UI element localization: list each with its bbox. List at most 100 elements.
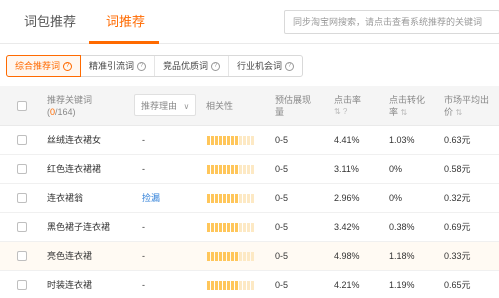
header-keyword: 推荐关键词 (0/164)	[47, 94, 92, 118]
row-checkbox[interactable]	[17, 193, 27, 203]
relevance-bar-segment	[243, 165, 246, 174]
ctr-cell: 4.21%	[334, 280, 360, 290]
impressions-cell: 0-5	[275, 193, 289, 203]
search-field[interactable]	[284, 10, 499, 34]
relevance-bar-segment	[239, 252, 242, 261]
table-row[interactable]: 连衣裙翁 捡漏 0-5 2.96% 0% 0.32元	[0, 184, 499, 213]
row-checkbox[interactable]	[17, 164, 27, 174]
table-row[interactable]: 亮色连衣裙 - 0-5 4.98% 1.18% 0.33元	[0, 242, 499, 271]
header-cvr-l2: 率	[389, 107, 399, 117]
relevance-meter	[207, 223, 254, 232]
filter-industry-opportunity[interactable]: 行业机会词 ?	[229, 56, 302, 76]
avg-price-cell: 0.63元	[444, 135, 471, 145]
table-row[interactable]: 红色连衣裙裙 - 0-5 3.11% 0% 0.58元	[0, 155, 499, 184]
sort-icon[interactable]: ⇅	[401, 108, 408, 117]
relevance-bar-segment	[211, 223, 214, 232]
table-row[interactable]: 丝绒连衣裙女 - 0-5 4.41% 1.03% 0.63元	[0, 126, 499, 155]
keyword-cell: 红色连衣裙裙	[47, 164, 102, 174]
relevance-bar-segment	[223, 136, 226, 145]
header-avg-price[interactable]: 市场平均出 价 ⇅	[444, 94, 489, 119]
row-checkbox[interactable]	[17, 135, 27, 145]
header-price-l2: 价	[444, 107, 454, 117]
question-circle-icon[interactable]: ?	[285, 61, 295, 71]
relevance-bar-segment	[247, 136, 250, 145]
relevance-bar-segment	[207, 165, 210, 174]
tab-keyword-recommend[interactable]: 词推荐	[106, 0, 145, 44]
reason-cell[interactable]: 捡漏	[142, 184, 160, 213]
cvr-cell: 1.19%	[389, 280, 415, 290]
relevance-bar-segment	[235, 194, 238, 203]
relevance-meter	[207, 194, 254, 203]
relevance-meter	[207, 165, 254, 174]
avg-price-cell: 0.65元	[444, 280, 471, 290]
chevron-down-icon: ∨	[183, 102, 190, 111]
relevance-bar-segment	[223, 194, 226, 203]
impressions-cell: 0-5	[275, 164, 289, 174]
filter-comprehensive[interactable]: 综合推荐词 ?	[6, 55, 82, 77]
reason-dropdown[interactable]: 推荐理由 ∨	[134, 94, 196, 116]
relevance-bar-segment	[227, 165, 230, 174]
relevance-bar-segment	[223, 281, 226, 290]
relevance-bar-segment	[243, 281, 246, 290]
relevance-bar-segment	[247, 252, 250, 261]
relevance-bar-segment	[211, 194, 214, 203]
relevance-bar-segment	[251, 194, 254, 203]
tab-keyword-package[interactable]: 词包推荐	[24, 0, 76, 44]
keyword-cell: 黑色裙子连衣裙	[47, 222, 111, 232]
reason-label: 推荐理由	[141, 101, 178, 111]
relevance-bar-segment	[211, 136, 214, 145]
relevance-bar-segment	[215, 194, 218, 203]
header-keyword-count: (0/164)	[47, 106, 92, 118]
filter-precise-traffic[interactable]: 精准引流词 ?	[81, 56, 156, 76]
relevance-bar-segment	[243, 223, 246, 232]
ctr-cell: 3.42%	[334, 222, 360, 232]
relevance-bar-segment	[239, 223, 242, 232]
cvr-cell: 1.18%	[389, 251, 415, 261]
relevance-bar-segment	[235, 281, 238, 290]
filter-competitor-quality[interactable]: 竞品优质词 ?	[155, 56, 230, 76]
relevance-bar-segment	[251, 223, 254, 232]
relevance-bar-segment	[243, 136, 246, 145]
search-input[interactable]	[293, 17, 499, 27]
header-ctr[interactable]: 点击率 ⇅ ?	[334, 94, 361, 118]
relevance-bar-segment	[223, 165, 226, 174]
row-checkbox[interactable]	[17, 251, 27, 261]
relevance-meter	[207, 252, 254, 261]
relevance-bar-segment	[239, 165, 242, 174]
relevance-bar-segment	[239, 194, 242, 203]
relevance-bar-segment	[215, 165, 218, 174]
ctr-cell: 4.41%	[334, 135, 360, 145]
relevance-bar-segment	[243, 252, 246, 261]
keyword-cell: 丝绒连衣裙女	[47, 135, 102, 145]
avg-price-cell: 0.58元	[444, 164, 471, 174]
reason-cell: -	[142, 164, 145, 174]
relevance-bar-segment	[235, 165, 238, 174]
relevance-bar-segment	[227, 252, 230, 261]
relevance-bar-segment	[251, 252, 254, 261]
relevance-bar-segment	[211, 281, 214, 290]
relevance-bar-segment	[247, 281, 250, 290]
question-circle-icon[interactable]: ?	[211, 61, 221, 71]
filter-label: 综合推荐词	[15, 61, 61, 71]
question-circle-icon[interactable]: ?	[137, 61, 147, 71]
row-checkbox[interactable]	[17, 222, 27, 232]
impressions-cell: 0-5	[275, 135, 289, 145]
relevance-bar-segment	[239, 136, 242, 145]
relevance-bar-segment	[215, 252, 218, 261]
question-circle-icon[interactable]: ?	[63, 61, 73, 71]
relevance-bar-segment	[231, 252, 234, 261]
header-cvr-l1: 点击转化	[389, 95, 426, 105]
select-all-checkbox[interactable]	[17, 101, 27, 111]
relevance-meter	[207, 281, 254, 290]
table-row[interactable]: 黑色裙子连衣裙 - 0-5 3.42% 0.38% 0.69元	[0, 213, 499, 242]
header-price-l1: 市场平均出	[444, 95, 490, 105]
keyword-type-filter: 综合推荐词 ? 精准引流词 ? 竞品优质词 ? 行业机会词 ?	[6, 55, 304, 77]
sort-icon[interactable]: ⇅ ?	[334, 106, 361, 118]
relevance-bar-segment	[235, 223, 238, 232]
table-row[interactable]: 时装连衣裙 - 0-5 4.21% 1.19% 0.65元	[0, 271, 499, 298]
relevance-bar-segment	[235, 252, 238, 261]
row-checkbox[interactable]	[17, 280, 27, 290]
relevance-bar-segment	[207, 281, 210, 290]
sort-icon[interactable]: ⇅	[456, 108, 463, 117]
header-cvr[interactable]: 点击转化 率 ⇅	[389, 94, 425, 119]
